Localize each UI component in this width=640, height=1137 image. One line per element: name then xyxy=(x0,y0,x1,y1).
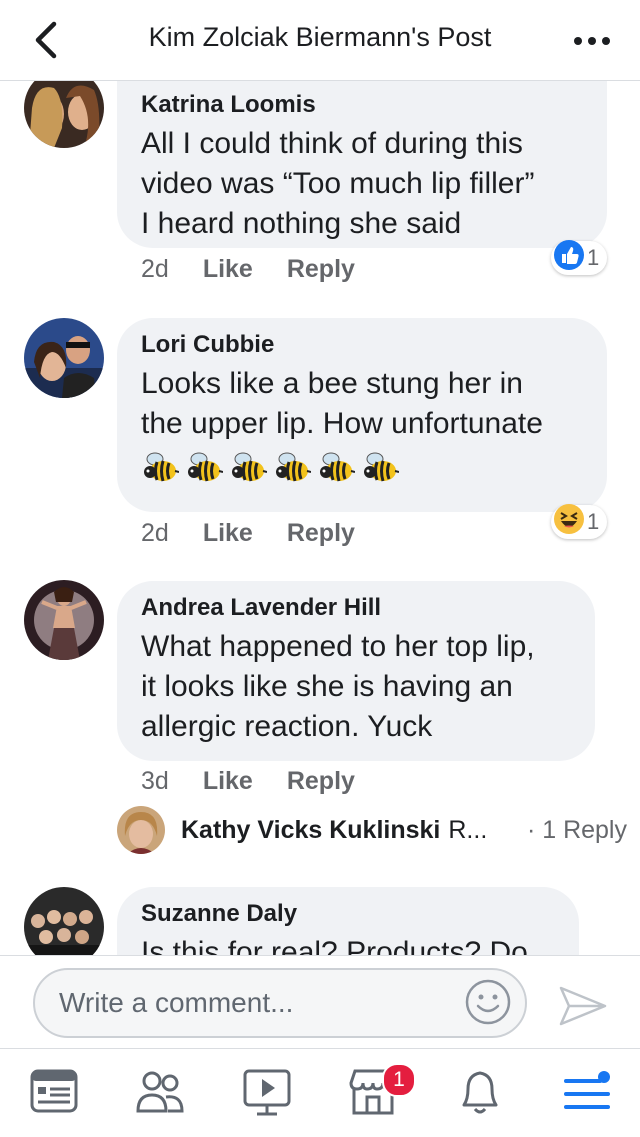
bee-emoji xyxy=(232,452,267,482)
comment-timestamp[interactable]: 3d xyxy=(141,767,169,796)
like-button[interactable]: Like xyxy=(203,255,253,284)
reply-button[interactable]: Reply xyxy=(287,767,355,796)
comment-bubble[interactable]: Lori Cubbie Looks like a bee stung her i… xyxy=(117,318,607,512)
comment-text: Is this for real? Products? Do xyxy=(141,933,555,955)
comment-bubble[interactable]: Andrea Lavender Hill What happened to he… xyxy=(117,581,595,761)
top-bar: Kim Zolciak Biermann's Post xyxy=(0,0,640,81)
reaction-count: 1 xyxy=(587,509,600,534)
reaction-summary[interactable]: 1 xyxy=(551,240,608,276)
comment-line: allergic reaction. Yuck xyxy=(141,710,433,743)
comment-line: video was “Too much lip filler” xyxy=(141,167,535,200)
comment-composer xyxy=(0,955,640,1049)
more-icon xyxy=(574,37,610,45)
reaction-count: 1 xyxy=(587,245,600,270)
comment-bubble[interactable]: Katrina Loomis All I could think of duri… xyxy=(117,78,607,248)
comment-timestamp[interactable]: 2d xyxy=(141,519,169,548)
comment-timestamp[interactable]: 2d xyxy=(141,255,169,284)
avatar[interactable] xyxy=(24,318,104,398)
comment-input[interactable] xyxy=(33,968,527,1038)
reply-count: · 1 Reply xyxy=(526,815,627,844)
like-button[interactable]: Like xyxy=(203,519,253,548)
friends-icon xyxy=(136,1071,184,1113)
comment-text: What happened to her top lip, it looks l… xyxy=(141,627,571,747)
comment-line: Is this for real? Products? Do xyxy=(141,936,528,955)
tab-watch[interactable] xyxy=(237,1065,297,1121)
bottom-tab-bar: 1 xyxy=(0,1048,640,1137)
page-title: Kim Zolciak Biermann's Post xyxy=(148,22,492,52)
haha-icon xyxy=(554,504,584,540)
comment-line: Looks like a bee stung her in xyxy=(141,367,523,400)
reply-snippet: R... xyxy=(448,815,488,844)
comment-author[interactable]: Andrea Lavender Hill xyxy=(141,593,571,623)
comment-author[interactable]: Suzanne Daly xyxy=(141,899,555,929)
reply-button[interactable]: Reply xyxy=(287,519,355,548)
notifications-icon xyxy=(462,1071,498,1114)
avatar[interactable] xyxy=(24,580,104,660)
news-feed-icon xyxy=(30,1069,78,1113)
menu-icon xyxy=(564,1071,610,1109)
send-icon xyxy=(559,986,607,1026)
comment-text: All I could think of during this video w… xyxy=(141,124,583,244)
like-button[interactable]: Like xyxy=(203,767,253,796)
comments-feed[interactable]: Katrina Loomis All I could think of duri… xyxy=(0,0,640,955)
comment-author[interactable]: Lori Cubbie xyxy=(141,330,583,360)
comment-text: Looks like a bee stung her in the upper … xyxy=(141,364,583,444)
emoji-button[interactable] xyxy=(464,978,512,1026)
send-button[interactable] xyxy=(555,982,611,1030)
more-options-button[interactable] xyxy=(570,24,614,58)
comment-line: What happened to her top lip, xyxy=(141,630,535,663)
smiley-icon xyxy=(465,979,511,1025)
avatar[interactable] xyxy=(117,806,165,854)
bee-emoji xyxy=(364,452,399,482)
tab-news-feed[interactable] xyxy=(24,1065,84,1121)
bee-emoji xyxy=(188,452,223,482)
avatar[interactable] xyxy=(24,887,104,955)
reaction-summary[interactable]: 1 xyxy=(551,504,608,540)
comment-line: the upper lip. How unfortunate xyxy=(141,407,543,440)
comment-line: it looks like she is having an xyxy=(141,670,513,703)
comment-bubble[interactable]: Suzanne Daly Is this for real? Products?… xyxy=(117,887,579,955)
like-icon xyxy=(554,240,584,276)
comment-actions: 2d Like Reply xyxy=(141,519,355,548)
tab-friends[interactable] xyxy=(130,1065,190,1121)
comment-author[interactable]: Katrina Loomis xyxy=(141,90,583,120)
reply-author: Kathy Vicks Kuklinski xyxy=(181,815,441,844)
comment-line: All I could think of during this xyxy=(141,127,523,160)
comment-actions: 3d Like Reply xyxy=(141,767,355,796)
comment-emoji-row xyxy=(141,448,583,488)
comment-actions: 2d Like Reply xyxy=(141,255,355,284)
bee-emoji xyxy=(276,452,311,482)
tab-menu[interactable] xyxy=(556,1065,616,1121)
tab-notifications[interactable] xyxy=(450,1065,510,1121)
bee-emoji xyxy=(144,452,179,482)
reply-button[interactable]: Reply xyxy=(287,255,355,284)
reply-thread-preview[interactable]: Kathy Vicks Kuklinski R... · 1 Reply xyxy=(117,804,627,856)
watch-icon xyxy=(243,1069,291,1116)
comment-line: I heard nothing she said xyxy=(141,207,462,240)
notification-badge: 1 xyxy=(382,1063,416,1097)
bee-emoji xyxy=(320,452,355,482)
tab-marketplace[interactable]: 1 xyxy=(343,1063,416,1121)
